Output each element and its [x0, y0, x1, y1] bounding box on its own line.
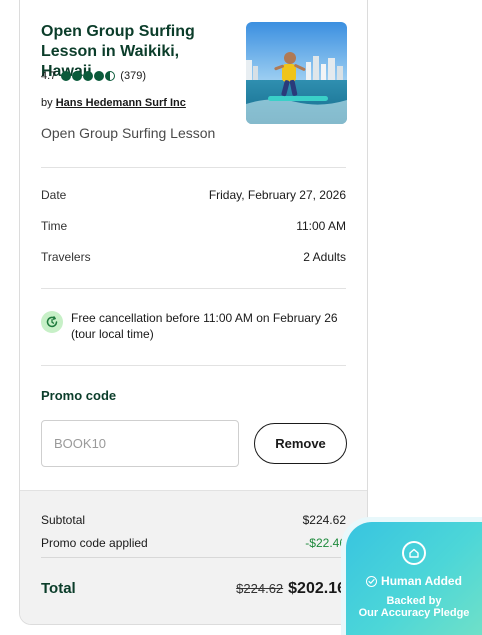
- section-divider: [41, 365, 346, 366]
- subtotal-row: Subtotal $224.62: [41, 513, 346, 527]
- section-divider: [41, 167, 346, 168]
- booking-summary-card: Open Group Surfing Lesson in Waikiki, Ha…: [19, 0, 368, 625]
- cancellation-notice: Free cancellation before 11:00 AM on Feb…: [41, 310, 346, 342]
- by-prefix: by: [41, 97, 53, 109]
- summary-divider: [41, 557, 346, 558]
- rating-bubble-icon: [61, 71, 72, 81]
- badge-title: Human Added: [381, 574, 462, 588]
- promo-applied-value: -$22.46: [305, 536, 346, 550]
- promo-applied-label: Promo code applied: [41, 536, 148, 550]
- rating-half-bubble-icon: [105, 71, 116, 81]
- rating-bubbles: [61, 71, 116, 81]
- travelers-row: Travelers 2 Adults: [41, 250, 346, 264]
- promo-code-label: Promo code: [41, 388, 117, 403]
- badge-line-2: Our Accuracy Pledge: [358, 607, 470, 619]
- travelers-value: 2 Adults: [303, 250, 346, 264]
- badge-line-1: Backed by: [386, 595, 442, 607]
- operator-link[interactable]: Hans Hedemann Surf Inc: [56, 97, 186, 109]
- total-row: Total $224.62 $202.16: [41, 580, 346, 598]
- rating-bubble-icon: [94, 71, 105, 81]
- date-value: Friday, February 27, 2026: [208, 188, 346, 202]
- total-label: Total: [41, 580, 76, 597]
- promo-applied-row: Promo code applied -$22.46: [41, 536, 346, 550]
- badge-title-row: Human Added: [346, 574, 482, 588]
- accuracy-pledge-badge[interactable]: Human Added Backed by Our Accuracy Pledg…: [346, 522, 482, 635]
- rating-bubble-icon: [72, 71, 83, 81]
- rating-score: 4.7: [41, 70, 57, 82]
- subtotal-label: Subtotal: [41, 513, 86, 527]
- travelers-label: Travelers: [41, 250, 91, 264]
- date-row: Date Friday, February 27, 2026: [41, 188, 346, 202]
- refresh-clock-icon: [41, 311, 63, 333]
- date-label: Date: [41, 188, 67, 202]
- time-value: 11:00 AM: [296, 219, 346, 233]
- check-circle-icon: [366, 575, 378, 587]
- operator-byline: by Hans Hedemann Surf Inc: [41, 97, 186, 109]
- remove-promo-button[interactable]: Remove: [254, 423, 347, 464]
- promo-code-input[interactable]: [41, 420, 239, 467]
- rating-row: 4.7 (379): [41, 69, 146, 83]
- badge-subtitle: Backed by Our Accuracy Pledge: [346, 595, 482, 619]
- total-final-price: $202.16: [288, 580, 346, 597]
- price-summary: Subtotal $224.62 Promo code applied -$22…: [20, 490, 367, 624]
- time-row: Time 11:00 AM: [41, 219, 346, 233]
- subtotal-value: $224.62: [302, 513, 346, 527]
- total-original-price: $224.62: [236, 581, 284, 596]
- rating-bubble-icon: [83, 71, 94, 81]
- surfer-photo-image: [246, 22, 347, 124]
- home-icon: [402, 541, 426, 565]
- total-values: $224.62 $202.16: [236, 580, 346, 598]
- review-count[interactable]: (379): [120, 70, 146, 82]
- product-thumbnail[interactable]: [246, 22, 347, 124]
- product-option: Open Group Surfing Lesson: [41, 125, 216, 141]
- time-label: Time: [41, 219, 68, 233]
- section-divider: [41, 288, 346, 289]
- cancellation-text: Free cancellation before 11:00 AM on Feb…: [71, 311, 338, 341]
